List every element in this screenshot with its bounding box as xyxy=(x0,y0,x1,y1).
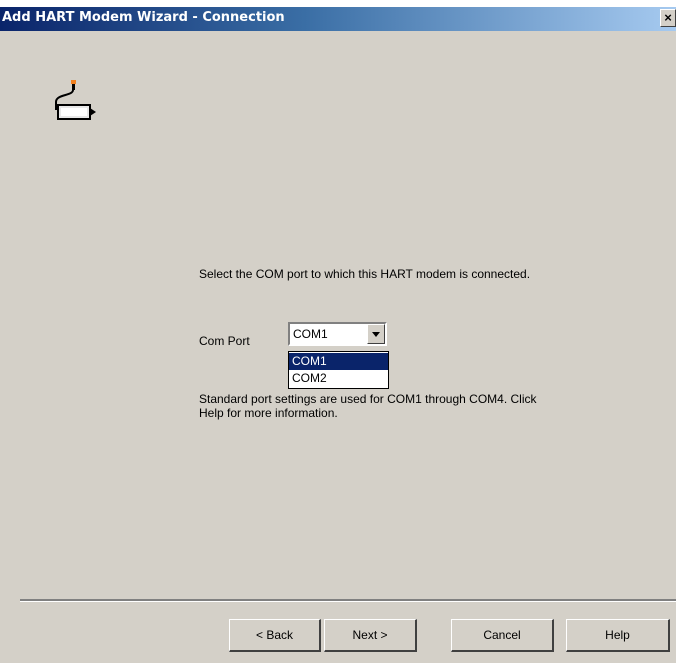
back-button[interactable]: < Back xyxy=(229,619,321,652)
com-port-value: COM1 xyxy=(293,327,328,341)
com-port-label: Com Port xyxy=(199,334,250,348)
close-button[interactable]: × xyxy=(660,9,676,27)
com-port-dropdown-list[interactable]: COM1 COM2 xyxy=(288,351,389,389)
dropdown-button[interactable] xyxy=(367,324,385,344)
top-strip xyxy=(0,0,676,7)
note-text: Standard port settings are used for COM1… xyxy=(199,392,537,420)
option-com2[interactable]: COM2 xyxy=(289,370,388,387)
title-bar[interactable]: Add HART Modem Wizard - Connection × xyxy=(0,7,676,31)
next-button[interactable]: Next > xyxy=(324,619,417,652)
window-title: Add HART Modem Wizard - Connection xyxy=(2,10,285,25)
com-port-select[interactable]: COM1 xyxy=(288,322,387,346)
chevron-down-icon xyxy=(372,332,380,337)
cancel-button[interactable]: Cancel xyxy=(451,619,554,652)
help-button[interactable]: Help xyxy=(566,619,670,652)
separator xyxy=(20,599,676,602)
option-com1[interactable]: COM1 xyxy=(289,353,388,370)
instruction-text: Select the COM port to which this HART m… xyxy=(199,267,531,281)
hart-modem-icon xyxy=(48,80,104,128)
